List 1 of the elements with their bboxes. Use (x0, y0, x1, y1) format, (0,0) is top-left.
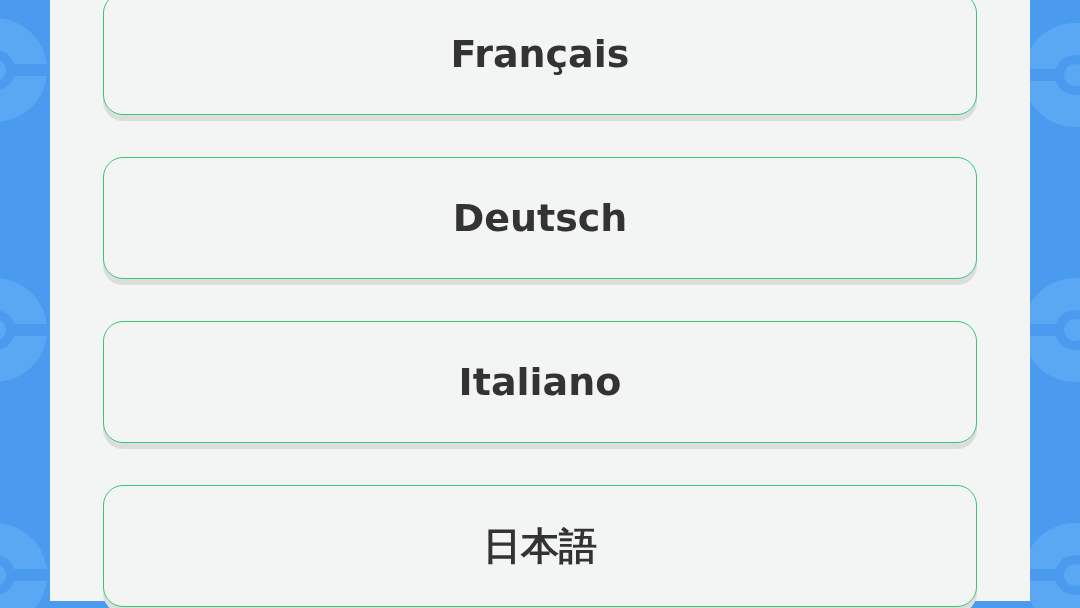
language-button[interactable]: 日本語 (103, 485, 977, 607)
